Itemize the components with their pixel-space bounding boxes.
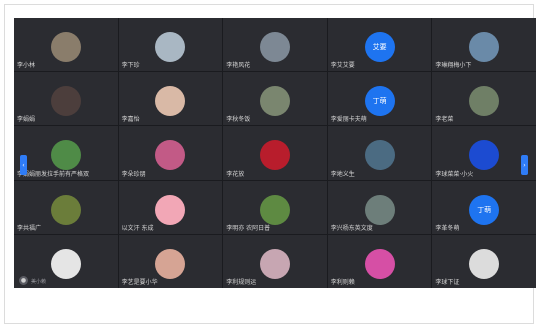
participant-tile[interactable]: 李地义生 xyxy=(327,126,432,180)
avatar xyxy=(469,140,500,171)
avatar: 丁萌 xyxy=(469,194,500,225)
participant-name: 李小林 xyxy=(17,62,36,70)
participant-tile[interactable]: 李娟娟丽发拉手前有严格双 xyxy=(14,126,118,180)
avatar: 丁萌 xyxy=(364,86,395,117)
participant-tile[interactable]: 李花放 xyxy=(223,126,327,180)
participant-name: 李利规则运 xyxy=(226,279,257,286)
participant-name: 李朵珍朋 xyxy=(121,170,146,178)
avatar xyxy=(259,194,290,225)
avatar xyxy=(259,32,290,62)
avatar xyxy=(50,86,81,117)
participant-tile[interactable]: 李下珍 xyxy=(118,18,223,72)
participant-name: 李琳翔梅小下 xyxy=(435,62,472,70)
avatar xyxy=(259,248,290,279)
participant-tile[interactable]: 艾要李艾艾要 xyxy=(327,18,432,72)
participant-tile[interactable]: 李明亦 农阿日普 xyxy=(223,180,327,234)
participant-name: 李秋冬饭 xyxy=(226,116,251,124)
avatar xyxy=(259,140,290,171)
avatar xyxy=(155,194,186,225)
participant-tile[interactable]: 李球下证 xyxy=(432,234,536,288)
participant-name: 李明亦 农阿日普 xyxy=(226,224,271,232)
avatar: 艾要 xyxy=(364,32,395,62)
participant-tile[interactable]: 以文汗 东成 xyxy=(118,180,223,234)
avatar xyxy=(155,86,186,117)
participant-name: 李共福广 xyxy=(17,224,42,232)
participant-tile[interactable]: 李朵珍朋 xyxy=(118,126,223,180)
participant-tile[interactable]: 李小林 xyxy=(14,18,118,72)
participant-tile[interactable]: 李艳风花 xyxy=(223,18,327,72)
avatar xyxy=(469,86,500,117)
participant-name: 李花放 xyxy=(226,170,245,178)
participant-name: 李利则赖 xyxy=(330,279,355,286)
participant-name: 李嘉怡 xyxy=(121,116,140,124)
avatar xyxy=(364,194,395,225)
participant-name: 李球下证 xyxy=(435,279,460,286)
avatar xyxy=(469,32,500,62)
participant-tile[interactable]: 李兴杨东英文度 xyxy=(327,180,432,234)
avatar xyxy=(469,248,500,279)
avatar xyxy=(155,32,186,62)
participant-name: 以文汗 东成 xyxy=(121,224,154,232)
participant-name: 李艳风花 xyxy=(226,62,251,70)
participant-name: 李球菜菜·小火 xyxy=(435,170,474,178)
participant-tile[interactable]: 李琳翔梅小下 xyxy=(432,18,536,72)
participant-tile[interactable]: 李秋冬饭 xyxy=(223,72,327,126)
avatar xyxy=(155,248,186,279)
participant-name: 李地义生 xyxy=(330,170,355,178)
participant-tile[interactable]: 李嘉怡 xyxy=(118,72,223,126)
participant-name: 李爱丽卡夫萌 xyxy=(330,116,367,124)
mic-icon[interactable]: ● xyxy=(19,276,28,285)
participant-tile[interactable]: 李利则赖 xyxy=(327,234,432,288)
participant-grid: 李小林 李下珍 李艳风花 艾要 李艾艾要 李琳翔梅小下 李娟娟 李嘉怡 李秋冬饭 丁萌 李爱丽卡夫萌… xyxy=(14,18,536,288)
avatar xyxy=(364,140,395,171)
avatar xyxy=(364,248,395,279)
next-page-button[interactable]: › xyxy=(521,155,528,175)
avatar xyxy=(50,194,81,225)
participant-tile[interactable]: 丁萌 李爱丽卡夫萌 xyxy=(327,72,432,126)
participant-name: 李艾艾要 xyxy=(330,62,355,70)
participant-tile[interactable]: 李艺是要小华 xyxy=(118,234,223,288)
participant-name: 李娟娟丽发拉手前有严格双 xyxy=(17,170,90,178)
participant-name: 李兴杨东英文度 xyxy=(330,224,373,232)
participant-name: 李下珍 xyxy=(121,62,140,70)
avatar xyxy=(50,32,81,62)
prev-page-button[interactable]: ‹ xyxy=(20,155,27,175)
participant-tile[interactable]: 李老菜 xyxy=(432,72,536,126)
participant-name: 李娟娟 xyxy=(17,116,36,124)
participant-tile[interactable]: 李共福广 xyxy=(14,180,118,234)
participant-name: 李革冬萌 xyxy=(435,224,460,232)
avatar xyxy=(259,86,290,117)
mic-status-text: 美小赖 xyxy=(31,279,47,285)
participant-tile[interactable]: 李娟娟 xyxy=(14,72,118,126)
avatar xyxy=(50,140,81,171)
participant-tile[interactable]: 李利规则运 xyxy=(223,234,327,288)
participant-tile[interactable]: 丁萌李革冬萌 xyxy=(432,180,536,234)
participant-name: 李老菜 xyxy=(435,116,454,124)
participant-name: 李艺是要小华 xyxy=(121,279,158,286)
avatar xyxy=(50,248,81,279)
avatar xyxy=(155,140,186,171)
participant-tile[interactable]: 李球桂家赖脑●美小赖 xyxy=(14,234,118,288)
